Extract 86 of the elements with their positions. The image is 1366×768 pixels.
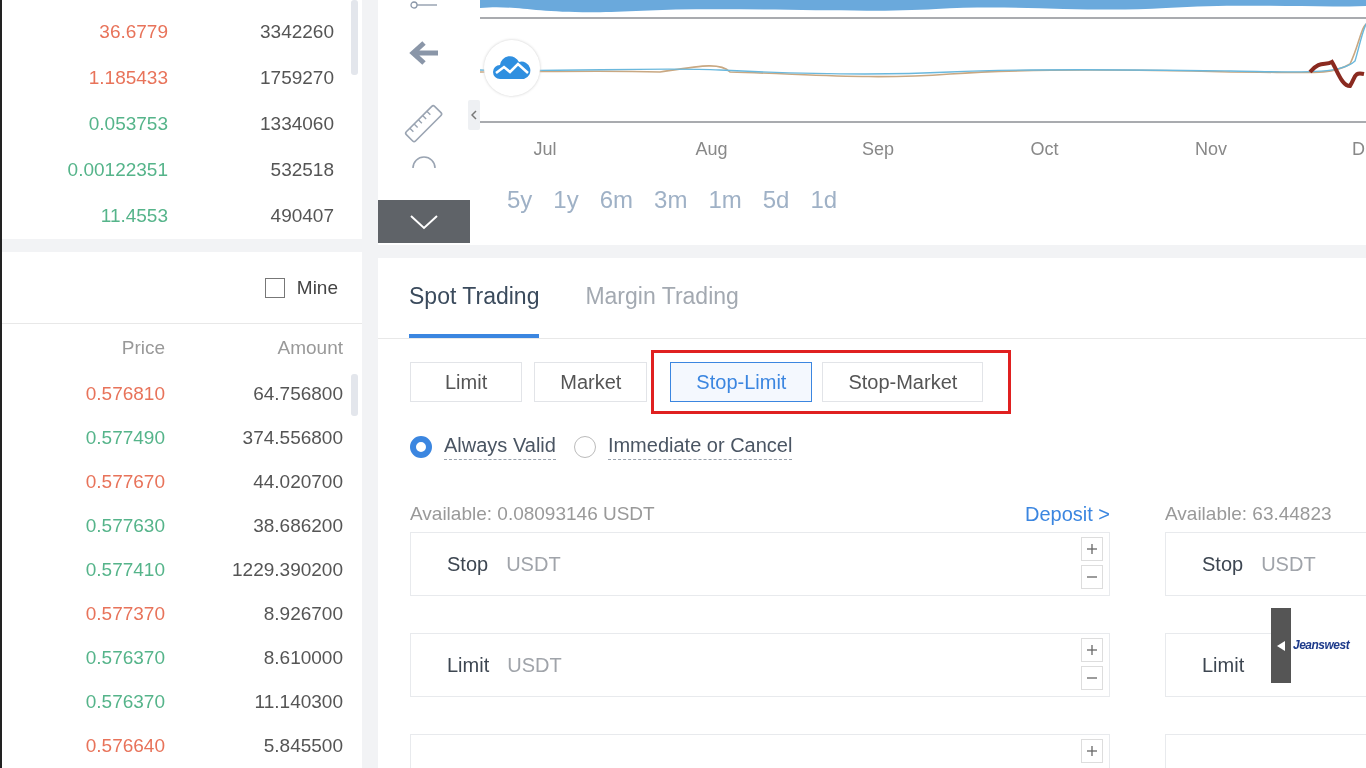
column-header: Amount [276, 337, 343, 359]
checkbox-label: Mine [296, 276, 338, 299]
trade-amount: 8.926700 [262, 603, 343, 625]
radio-label: Immediate or Cancel [607, 434, 793, 460]
range-button[interactable]: 1m [708, 186, 742, 214]
decrement-button[interactable] [1081, 565, 1103, 589]
increment-button[interactable] [1081, 638, 1103, 662]
trade-price: 0.576810 [84, 383, 165, 405]
market-price: 0.053753 [87, 113, 168, 135]
market-volume: 1334060 [259, 113, 334, 135]
trade-price: 0.577410 [84, 559, 165, 581]
order-type-button[interactable]: Stop-Market [822, 362, 984, 402]
decrement-button[interactable] [1081, 666, 1103, 690]
trade-amount: 64.756800 [252, 383, 343, 405]
back-arrow-icon[interactable] [408, 38, 440, 68]
mine-checkbox[interactable] [264, 277, 285, 298]
radio-label: Always Valid [444, 434, 556, 460]
range-button[interactable]: 1y [553, 186, 579, 214]
increment-button[interactable] [1081, 739, 1103, 763]
market-volume: 1759270 [259, 67, 334, 89]
scrollbar [351, 374, 358, 416]
market-price: 0.00122351 [66, 159, 168, 181]
market-volume: 490407 [269, 205, 334, 227]
chevron-left-icon [471, 110, 477, 120]
increment-button[interactable] [1081, 537, 1103, 561]
range-button[interactable]: 1d [810, 186, 838, 214]
range-button[interactable]: 6m [599, 186, 634, 214]
range-button[interactable]: 5y [507, 186, 533, 214]
field-label: Limit [1202, 653, 1245, 677]
field-unit: USDT [1261, 552, 1316, 576]
trade-price: 0.576370 [84, 647, 165, 669]
trade-amount: 11.140300 [253, 691, 343, 713]
trade-amount: 5.845500 [262, 735, 343, 757]
radio-button[interactable] [573, 436, 596, 458]
plus-icon [1086, 543, 1098, 555]
trade-price: 0.577670 [84, 471, 165, 493]
input-field[interactable]: Stop USDT [410, 532, 1110, 596]
axis-label: Nov [1195, 139, 1227, 160]
range-button[interactable]: 5d [762, 186, 790, 214]
plus-icon [1086, 644, 1098, 656]
market-price: 11.4553 [99, 205, 168, 227]
field-label: Limit [447, 653, 490, 677]
axis-label: D [1352, 139, 1365, 160]
trade-amount: 1229.390200 [231, 559, 343, 581]
axis-label: Oct [1030, 139, 1059, 160]
axis-label: Sep [862, 139, 894, 160]
field-unit: USDT [507, 653, 562, 677]
cloud-wave-icon [492, 55, 532, 81]
trading-tab[interactable]: Margin Trading [585, 258, 739, 338]
trade-price: 0.577370 [84, 603, 165, 625]
trade-price: 0.577490 [84, 427, 165, 449]
histogram-line [1308, 60, 1365, 88]
triangle-left-icon [1277, 640, 1285, 651]
axis-label: Jul [533, 139, 557, 160]
input-field[interactable]: Limit USDT [410, 633, 1110, 697]
axis-label: Aug [695, 139, 728, 160]
available-balance: Available: 0.08093146 USDT [410, 503, 655, 525]
plus-icon [1086, 745, 1098, 757]
field-label: Stop [447, 552, 489, 576]
order-type-button[interactable]: Market [534, 362, 648, 402]
order-type-button[interactable]: Stop-Limit [670, 362, 813, 402]
trade-amount: 38.686200 [252, 515, 343, 537]
column-header: Price [120, 337, 165, 359]
available-balance: Available: 63.44823 [1165, 503, 1332, 525]
slider-icon [409, 0, 439, 12]
trade-amount: 374.556800 [241, 427, 343, 449]
radio-button[interactable] [410, 436, 432, 458]
market-price: 36.6779 [98, 21, 168, 43]
range-button[interactable]: 3m [654, 186, 688, 214]
trade-price: 0.576370 [84, 691, 165, 713]
trade-price: 0.576640 [84, 735, 165, 757]
market-volume: 3342260 [259, 21, 334, 43]
market-price: 1.185433 [87, 67, 168, 89]
dropdown-toggle[interactable] [378, 200, 470, 243]
chevron-down-icon [409, 213, 439, 230]
field-unit: USDT [506, 552, 561, 576]
order-type-button[interactable]: Limit [410, 362, 523, 402]
trade-amount: 44.020700 [252, 471, 343, 493]
input-field[interactable]: Stop USDT [1165, 532, 1366, 596]
field-label: Stop [1202, 552, 1244, 576]
ad-text: Jeanswest [1293, 638, 1350, 654]
trade-amount: 8.610000 [262, 647, 343, 669]
deposit-link[interactable]: Deposit > [1024, 502, 1110, 526]
market-volume: 532518 [269, 159, 334, 181]
trade-price: 0.577630 [84, 515, 165, 537]
collapse-handle[interactable] [468, 100, 480, 130]
